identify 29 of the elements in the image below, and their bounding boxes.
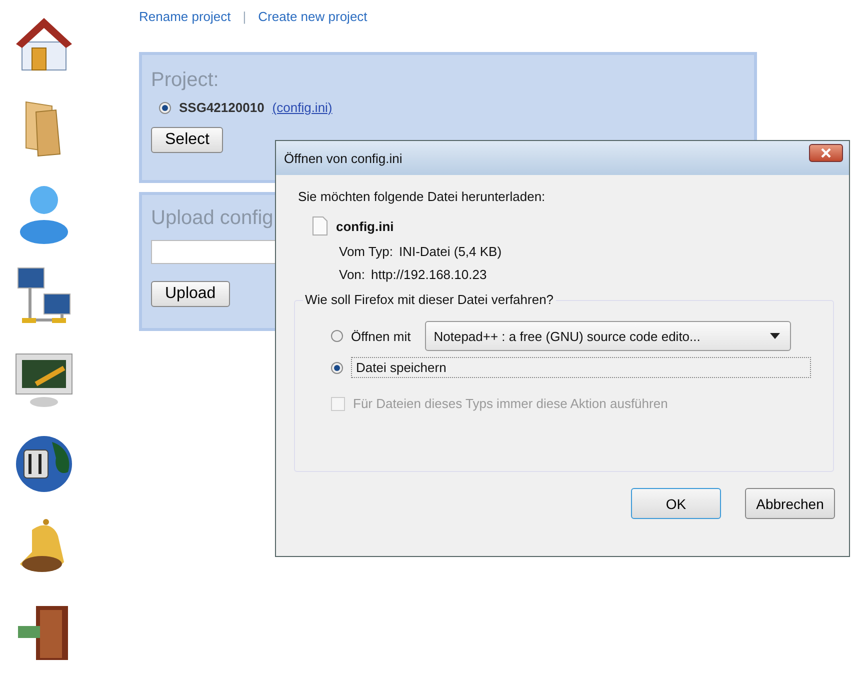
- project-name: SSG42120010: [179, 100, 264, 115]
- panel-title: Project:: [151, 69, 219, 92]
- file-icon: [312, 216, 328, 236]
- select-button[interactable]: Select: [151, 127, 224, 153]
- detail-label: Von:: [339, 267, 366, 282]
- dropdown-arrow-icon: [770, 333, 780, 339]
- detail-value: http://192.168.10.23: [371, 267, 487, 282]
- cancel-button[interactable]: Abbrechen: [745, 488, 835, 519]
- app-dropdown[interactable]: Notepad++ : a free (GNU) source code edito...: [424, 321, 791, 351]
- option-label[interactable]: Datei speichern: [351, 357, 811, 378]
- file-name: config.ini: [336, 218, 394, 234]
- ok-button[interactable]: OK: [631, 488, 721, 519]
- close-button[interactable]: [809, 144, 843, 162]
- group-title: Wie soll Firefox mit dieser Datei verfahren?: [303, 292, 556, 307]
- rename-project-link[interactable]: Rename project: [139, 9, 231, 24]
- link-separator: |: [242, 9, 246, 24]
- config-link[interactable]: (config.ini): [272, 100, 332, 115]
- close-icon: [820, 148, 832, 158]
- create-project-link[interactable]: Create new project: [258, 9, 368, 24]
- radio-button[interactable]: [331, 330, 343, 342]
- dialog-title: Öffnen von config.ini: [284, 150, 402, 166]
- option-label[interactable]: Öffnen mit: [351, 328, 411, 344]
- upload-button[interactable]: Upload: [151, 281, 230, 307]
- radio-button[interactable]: [331, 362, 343, 374]
- detail-value: INI-Datei (5,4 KB): [398, 244, 502, 259]
- radio-button[interactable]: [159, 102, 171, 114]
- intro-text: Sie möchten folgende Datei herunterladen:: [298, 189, 546, 204]
- detail-label: Vom Typ:: [339, 244, 393, 259]
- panel-title: Upload config: [151, 207, 274, 230]
